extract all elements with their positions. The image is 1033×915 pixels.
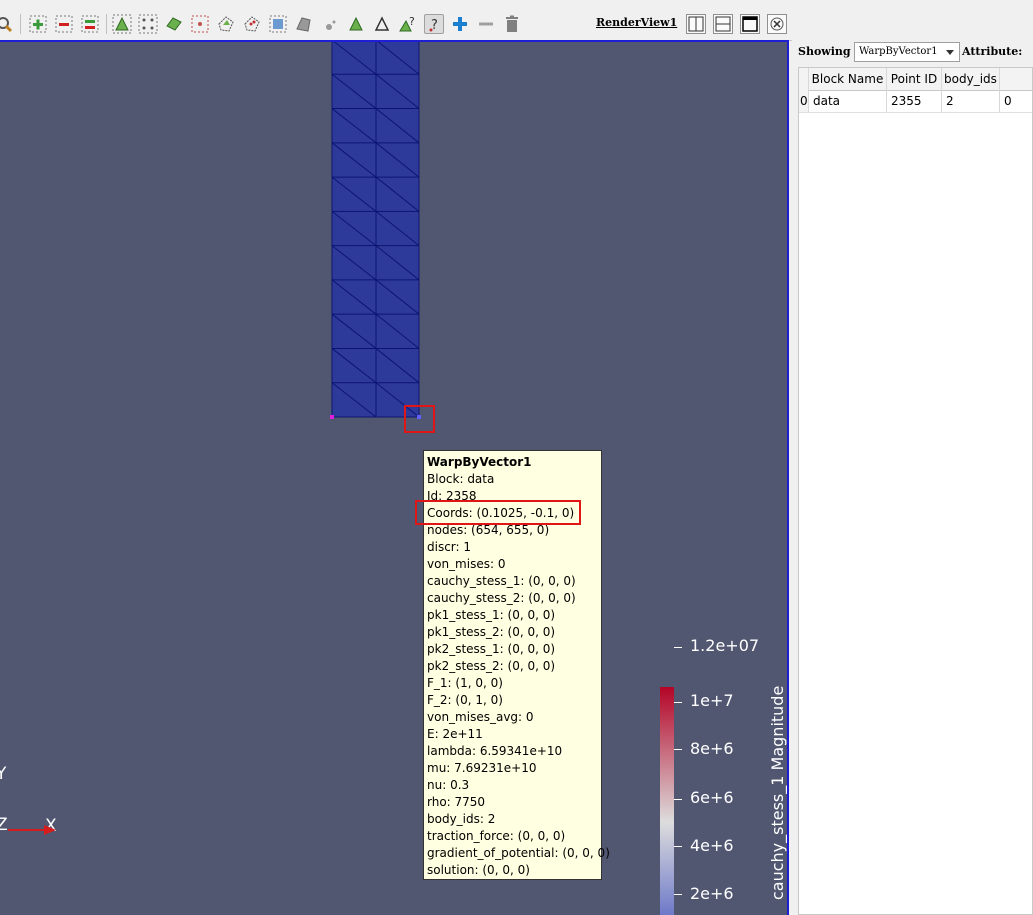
minus-icon[interactable] <box>476 14 496 34</box>
tooltip-line: pk1_stess_1: (0, 0, 0) <box>427 608 556 622</box>
tooltip-line: E: 2e+11 <box>427 727 483 741</box>
plus-icon[interactable] <box>450 14 470 34</box>
row-index: 0 <box>799 90 809 112</box>
table-header: Block Name Point ID body_ids <box>799 68 1032 91</box>
select-points-through-icon[interactable] <box>190 14 210 34</box>
legend-tick <box>674 846 682 847</box>
table-row[interactable]: 0 data 2355 2 0 <box>799 90 1032 113</box>
tooltip-line: Block: data <box>427 472 495 486</box>
legend-tick <box>674 647 682 648</box>
hover-points-icon[interactable] <box>320 14 340 34</box>
column-header[interactable] <box>799 68 809 90</box>
select-points-on-icon[interactable] <box>138 14 158 34</box>
tooltip-line: cauchy_stess_2: (0, 0, 0) <box>427 591 576 605</box>
spreadsheet-panel: Showing WarpByVector1 Attribute: Block N… <box>792 40 1033 915</box>
table-cell: 2 <box>942 90 1000 112</box>
column-header[interactable] <box>1000 68 1032 90</box>
select-cells-through-icon[interactable] <box>164 14 184 34</box>
selected-point-marker <box>404 405 435 433</box>
showing-label: Showing <box>798 45 851 58</box>
tooltip-line: body_ids: 2 <box>427 812 496 826</box>
legend-tick-label: 1.2e+07 <box>690 636 760 655</box>
legend-tick-label: 1e+7 <box>690 691 734 710</box>
hover-cells-icon[interactable] <box>346 14 366 34</box>
add-selection-icon[interactable] <box>28 14 48 34</box>
subtract-selection-icon[interactable] <box>54 14 74 34</box>
toggle-selection-icon[interactable] <box>80 14 100 34</box>
orientation-axes-icon <box>8 825 56 835</box>
render-view-label[interactable]: RenderView1 <box>596 16 677 29</box>
column-header[interactable]: Block Name <box>809 68 887 90</box>
tooltip-line: discr: 1 <box>427 540 472 554</box>
legend-tick <box>674 702 682 703</box>
column-header[interactable]: body_ids <box>942 68 1000 90</box>
legend-tick <box>674 799 682 800</box>
select-block-icon[interactable] <box>268 14 288 34</box>
close-view-button[interactable] <box>767 14 787 34</box>
showing-source-dropdown[interactable]: WarpByVector1 <box>854 42 960 62</box>
tooltip-line: cauchy_stess_1: (0, 0, 0) <box>427 574 576 588</box>
axis-label-y: Y <box>0 764 6 784</box>
showing-source-value: WarpByVector1 <box>859 46 938 57</box>
tooltip-line: pk2_stess_2: (0, 0, 0) <box>427 659 556 673</box>
attribute-label: Attribute: <box>962 45 1023 58</box>
legend-tick-label: 4e+6 <box>690 836 734 855</box>
hover-question-icon[interactable]: ? <box>398 14 418 34</box>
svg-text:?: ? <box>409 15 415 28</box>
maximize-button[interactable] <box>740 14 760 34</box>
select-cells-on-icon[interactable] <box>112 14 132 34</box>
split-vertical-button[interactable] <box>713 14 733 34</box>
tooltip-line: F_1: (1, 0, 0) <box>427 676 503 690</box>
hover-points-question-icon[interactable]: ? <box>424 14 444 34</box>
tooltip-line: von_mises_avg: 0 <box>427 710 534 724</box>
legend-tick-label: 2e+6 <box>690 884 734 903</box>
split-horizontal-button[interactable] <box>686 14 706 34</box>
tooltip-line: von_mises: 0 <box>427 557 506 571</box>
zoom-icon[interactable] <box>0 14 14 34</box>
tooltip-line: lambda: 6.59341e+10 <box>427 744 563 758</box>
tooltip-line: traction_force: (0, 0, 0) <box>427 829 566 843</box>
tooltip-line: gradient_of_potential: (0, 0, 0) <box>427 846 610 860</box>
tooltip-line: mu: 7.69231e+10 <box>427 761 537 775</box>
chevron-down-icon <box>946 50 954 55</box>
coords-highlight-box <box>415 500 581 525</box>
table-cell: 2355 <box>887 90 942 112</box>
legend-tick-label: 8e+6 <box>690 739 734 758</box>
legend-tick <box>674 894 682 895</box>
tooltip-line: nu: 0.3 <box>427 778 470 792</box>
legend-tick-label: 6e+6 <box>690 788 734 807</box>
mesh-corner-point <box>330 415 334 419</box>
interactive-select-icon[interactable] <box>294 14 314 34</box>
grow-selection-icon[interactable] <box>372 14 392 34</box>
select-points-polygon-icon[interactable] <box>242 14 262 34</box>
tooltip-title: WarpByVector1 <box>427 455 532 469</box>
table-cell: data <box>809 90 887 112</box>
trash-icon[interactable] <box>502 14 522 34</box>
color-legend-title: cauchy_stess_1 Magnitude <box>768 685 787 900</box>
spreadsheet-table[interactable]: Block Name Point ID body_ids 0 data 2355… <box>798 67 1033 915</box>
table-cell: 0 <box>1004 94 1012 108</box>
color-legend-bar <box>660 687 674 915</box>
tooltip-line: pk1_stess_2: (0, 0, 0) <box>427 625 556 639</box>
select-cells-polygon-icon[interactable] <box>216 14 236 34</box>
legend-tick <box>674 749 682 750</box>
tooltip-line: pk2_stess_1: (0, 0, 0) <box>427 642 556 656</box>
tooltip-line: F_2: (0, 1, 0) <box>427 693 503 707</box>
render-view-toolbar: ? ? RenderView1 <box>0 0 792 41</box>
tooltip-line: solution: (0, 0, 0) <box>427 863 530 877</box>
render-view[interactable]: 1.2e+07 1e+7 8e+6 6e+6 4e+6 2e+6 Y Z X <box>0 40 789 915</box>
column-header[interactable]: Point ID <box>887 68 942 90</box>
tooltip-line: rho: 7750 <box>427 795 486 809</box>
